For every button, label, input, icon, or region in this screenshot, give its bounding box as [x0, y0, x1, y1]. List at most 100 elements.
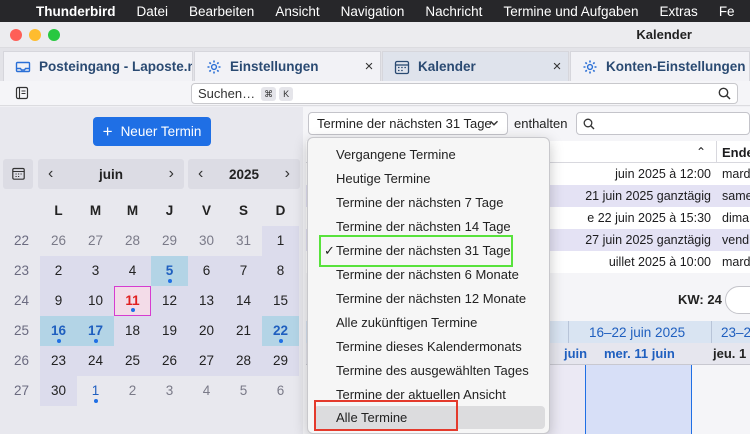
day-cell[interactable]: 9 — [40, 286, 77, 316]
today-calendar-button[interactable] — [3, 159, 33, 189]
menu-bearbeiten[interactable]: Bearbeiten — [189, 4, 254, 19]
menu-termine-und-aufgaben[interactable]: Termine und Aufgaben — [503, 4, 638, 19]
minimize-window-button[interactable] — [29, 29, 41, 41]
day-cell[interactable]: 8 — [262, 256, 299, 286]
day-cell[interactable]: 25 — [114, 346, 151, 376]
filter-option-7-tage[interactable]: Termine der nächsten 7 Tage — [308, 191, 551, 214]
week-range-label[interactable]: 16–22 juin 2025 — [589, 325, 685, 340]
day-cell[interactable]: 28 — [225, 346, 262, 376]
next-month-icon[interactable]: › — [169, 165, 174, 183]
day-cell[interactable]: 24 — [77, 346, 114, 376]
mini-month-grid: L M M J V S D 22 26 27 28 29 30 31 1 23 … — [3, 196, 300, 406]
zoom-window-button[interactable] — [48, 29, 60, 41]
day-cell[interactable]: 19 — [151, 316, 188, 346]
day-cell-with-event[interactable]: 22 — [262, 316, 299, 346]
day-cell[interactable]: 12 — [151, 286, 188, 316]
end-column-header[interactable]: Ende — [722, 145, 750, 160]
day-cell[interactable]: 14 — [225, 286, 262, 316]
filter-option-ausgewaehlter-tag[interactable]: Termine des ausgewählten Tages — [308, 359, 551, 382]
menu-nachricht[interactable]: Nachricht — [425, 4, 482, 19]
day-cell-with-event[interactable]: 1 — [77, 376, 114, 406]
day-header-next[interactable]: jeu. 1 — [713, 346, 746, 361]
account-settings-icon — [583, 60, 597, 73]
day-cell[interactable]: 23 — [40, 346, 77, 376]
today-day-column[interactable] — [585, 365, 692, 434]
week-number[interactable]: 24 — [3, 286, 40, 316]
day-cell[interactable]: 3 — [77, 256, 114, 286]
day-cell[interactable]: 21 — [225, 316, 262, 346]
week-number[interactable]: 22 — [3, 226, 40, 256]
day-cell[interactable]: 30 — [40, 376, 77, 406]
week-number[interactable]: 25 — [3, 316, 40, 346]
day-cell[interactable]: 7 — [225, 256, 262, 286]
search-icon[interactable] — [718, 87, 731, 100]
day-cell[interactable]: 2 — [114, 376, 151, 406]
week-number[interactable]: 23 — [3, 256, 40, 286]
filter-option-12-monate[interactable]: Termine der nächsten 12 Monate — [308, 287, 551, 310]
filter-option-vergangene[interactable]: Vergangene Termine — [308, 143, 551, 166]
new-event-button[interactable]: + Neuer Termin — [93, 117, 211, 146]
week-number[interactable]: 27 — [3, 376, 40, 406]
day-cell[interactable]: 13 — [188, 286, 225, 316]
today-day-cell[interactable]: 11 — [114, 286, 151, 316]
day-cell-with-event[interactable]: 16 — [40, 316, 77, 346]
day-cell[interactable]: 2 — [40, 256, 77, 286]
day-cell[interactable]: 6 — [188, 256, 225, 286]
event-filter-select[interactable]: Termine der nächsten 31 Tage — [308, 112, 508, 135]
menu-app-thunderbird[interactable]: Thunderbird — [36, 4, 116, 19]
next-year-icon[interactable]: › — [285, 165, 290, 183]
day-cell[interactable]: 15 — [262, 286, 299, 316]
month-navigator: ‹ juin › — [38, 159, 184, 189]
day-cell[interactable]: 18 — [114, 316, 151, 346]
weekday-header: S — [238, 203, 248, 218]
year-label: 2025 — [228, 166, 260, 182]
sort-ascending-icon[interactable]: ⌃ — [696, 145, 706, 159]
day-cell[interactable]: 6 — [262, 376, 299, 406]
filter-option-heutige[interactable]: Heutige Termine — [308, 167, 551, 190]
day-cell[interactable]: 26 — [40, 226, 77, 256]
close-tab-einstellungen-icon[interactable]: × — [358, 58, 380, 75]
tab-konten-einstellungen[interactable]: Konten-Einstellungen — [570, 51, 750, 81]
day-cell[interactable]: 27 — [188, 346, 225, 376]
day-cell[interactable]: 29 — [151, 226, 188, 256]
day-cell[interactable]: 1 — [262, 226, 299, 256]
event-search-input[interactable] — [576, 112, 750, 135]
prev-month-icon[interactable]: ‹ — [48, 165, 53, 183]
day-cell[interactable]: 5 — [225, 376, 262, 406]
selected-option-highlight — [319, 235, 513, 267]
tab-einstellungen[interactable]: Einstellungen × — [194, 51, 381, 81]
day-cell[interactable]: 10 — [77, 286, 114, 316]
day-header-prev[interactable]: juin — [564, 346, 587, 361]
day-header-today[interactable]: mer. 11 juin — [604, 346, 675, 361]
day-cell-with-event[interactable]: 17 — [77, 316, 114, 346]
day-cell[interactable]: 4 — [114, 256, 151, 286]
day-cell[interactable]: 4 — [188, 376, 225, 406]
day-cell[interactable]: 20 — [188, 316, 225, 346]
filter-option-zukuenftige[interactable]: Alle zukünftigen Termine — [308, 311, 551, 334]
tab-kalender[interactable]: Kalender × — [382, 51, 569, 81]
day-cell-with-event[interactable]: 5 — [151, 256, 188, 286]
event-dot — [93, 399, 98, 403]
week-number[interactable]: 26 — [3, 346, 40, 376]
filter-option-kalendermonat[interactable]: Termine dieses Kalendermonats — [308, 335, 551, 358]
menu-ansicht[interactable]: Ansicht — [275, 4, 319, 19]
close-window-button[interactable] — [10, 29, 22, 41]
close-tab-kalender-icon[interactable]: × — [546, 58, 568, 75]
day-cell[interactable]: 31 — [225, 226, 262, 256]
day-cell[interactable]: 30 — [188, 226, 225, 256]
day-cell[interactable]: 26 — [151, 346, 188, 376]
global-search-field[interactable]: Suchen… ⌘ K — [191, 83, 738, 104]
view-switch-pill[interactable] — [725, 286, 750, 314]
menu-extras[interactable]: Extras — [660, 4, 698, 19]
day-cell[interactable]: 29 — [262, 346, 299, 376]
next-week-range-label[interactable]: 23–2 — [721, 325, 750, 340]
tab-inbox[interactable]: Posteingang - Laposte.net — [3, 51, 193, 81]
menu-fenster[interactable]: Fe — [719, 4, 735, 19]
day-cell[interactable]: 28 — [114, 226, 151, 256]
day-cell[interactable]: 27 — [77, 226, 114, 256]
day-cell[interactable]: 3 — [151, 376, 188, 406]
menu-datei[interactable]: Datei — [137, 4, 169, 19]
prev-year-icon[interactable]: ‹ — [198, 165, 203, 183]
menu-navigation[interactable]: Navigation — [341, 4, 405, 19]
address-book-icon[interactable] — [15, 86, 29, 100]
